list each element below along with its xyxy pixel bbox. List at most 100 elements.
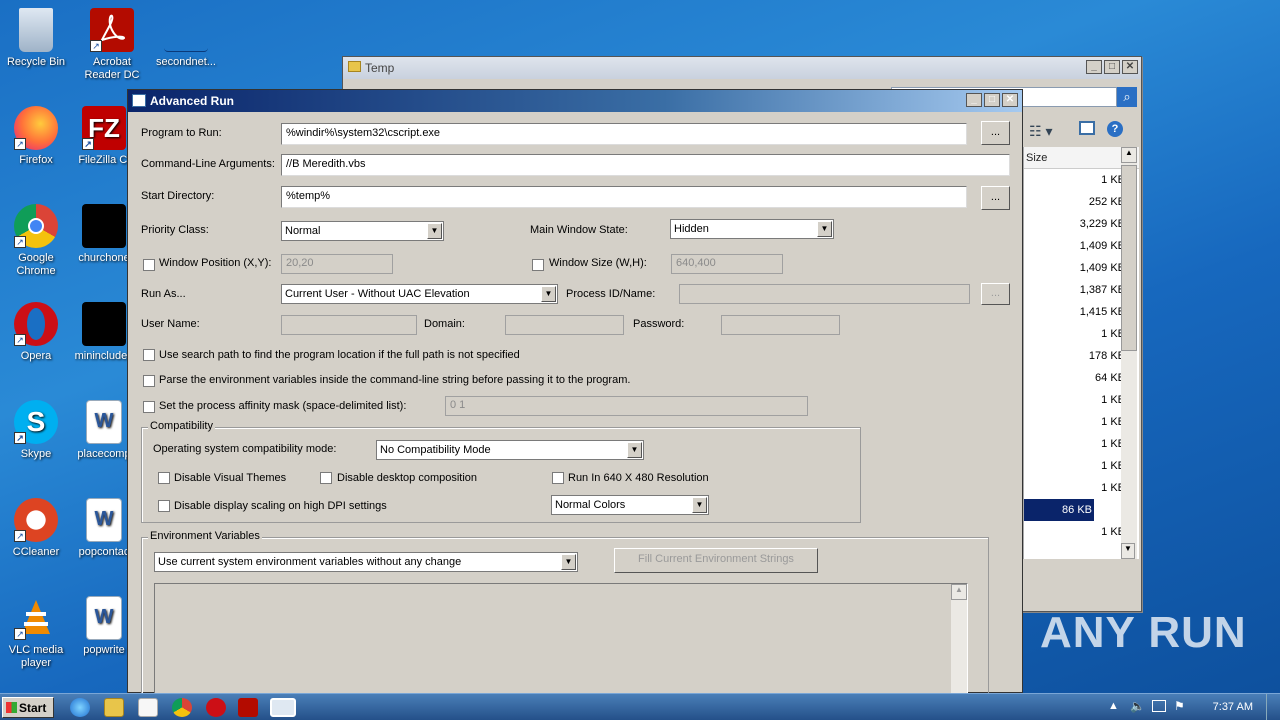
desktop-icon-vlc[interactable]: ↗ VLC media player: [0, 596, 72, 670]
minimize-button[interactable]: _: [1086, 60, 1102, 74]
minimize-button[interactable]: _: [966, 93, 982, 107]
user-name-input[interactable]: [281, 315, 417, 335]
search-path-label: Use search path to find the program loca…: [159, 349, 520, 361]
start-directory-input[interactable]: %temp%: [281, 186, 967, 208]
run-640-checkbox[interactable]: [552, 472, 564, 484]
start-button[interactable]: Start: [2, 697, 54, 718]
network-icon[interactable]: [1152, 700, 1166, 712]
windows-logo-icon: [6, 702, 17, 713]
help-icon[interactable]: ?: [1107, 121, 1123, 137]
desktop-icon-label: Google Chrome: [16, 252, 56, 277]
desktop-icon-ccleaner[interactable]: ↗ CCleaner: [0, 498, 72, 559]
temp-title-bar[interactable]: Temp _ □ ✕: [343, 57, 1141, 79]
process-browse-button[interactable]: ...: [981, 283, 1010, 305]
chevron-down-icon[interactable]: ▼: [692, 497, 707, 513]
chrome-icon[interactable]: [172, 698, 192, 717]
compat-mode-select[interactable]: No Compatibility Mode ▼: [376, 440, 644, 460]
advanced-run-window[interactable]: Advanced Run _ □ ✕ Program to Run: %wind…: [127, 89, 1023, 703]
priority-class-value: Normal: [285, 225, 321, 237]
process-id-label: Process ID/Name:: [566, 288, 656, 300]
scroll-up-arrow-icon[interactable]: ▲: [951, 584, 967, 600]
word-icon: W: [86, 498, 122, 542]
taskbar-clock[interactable]: 7:37 AM: [1213, 701, 1253, 713]
chevron-down-icon[interactable]: ▼: [627, 442, 642, 458]
desktop-icon-secondnet[interactable]: secondnet...: [150, 8, 222, 69]
media-player-icon[interactable]: [138, 698, 158, 717]
volume-icon[interactable]: 🔈: [1130, 699, 1145, 713]
advanced-run-taskbar-icon[interactable]: [270, 698, 296, 717]
acrobat-icon[interactable]: [238, 698, 258, 717]
advanced-run-title-bar[interactable]: Advanced Run _ □ ✕: [128, 90, 1022, 112]
run-as-value: Current User - Without UAC Elevation: [285, 288, 470, 300]
affinity-mask-checkbox[interactable]: [143, 401, 155, 413]
start-directory-label: Start Directory:: [141, 190, 215, 202]
parse-env-label: Parse the environment variables inside t…: [159, 374, 631, 386]
tray-expand-icon[interactable]: ▲: [1108, 700, 1119, 712]
scroll-up-arrow-icon[interactable]: ▲: [1121, 147, 1137, 163]
fill-env-strings-button[interactable]: Fill Current Environment Strings: [614, 548, 818, 573]
opera-icon[interactable]: [206, 698, 226, 717]
desktop-icon-acrobat[interactable]: ↗ Acrobat Reader DC: [76, 8, 148, 82]
desktop-icon-firefox[interactable]: ↗ Firefox: [0, 106, 72, 167]
colors-select[interactable]: Normal Colors ▼: [551, 495, 709, 515]
word-icon: W: [86, 596, 122, 640]
preview-pane-icon[interactable]: [1079, 121, 1095, 135]
chevron-down-icon[interactable]: ▼: [541, 286, 556, 302]
scroll-thumb[interactable]: [1121, 165, 1137, 351]
env-mode-value: Use current system environment variables…: [158, 556, 462, 568]
folder-icon[interactable]: [104, 698, 124, 717]
disable-desktop-comp-checkbox[interactable]: [320, 472, 332, 484]
search-icon[interactable]: ⌕: [1117, 87, 1137, 107]
close-button[interactable]: ✕: [1122, 60, 1138, 74]
recycle-bin-icon: [19, 8, 53, 52]
affinity-mask-input[interactable]: 0 1: [445, 396, 808, 416]
disable-dpi-checkbox[interactable]: [158, 500, 170, 512]
show-desktop-button[interactable]: [1266, 694, 1280, 720]
run-as-select[interactable]: Current User - Without UAC Elevation ▼: [281, 284, 558, 304]
window-size-input[interactable]: 640,400: [671, 254, 783, 274]
scroll-down-arrow-icon[interactable]: ▼: [1121, 543, 1135, 559]
program-to-run-input[interactable]: %windir%\system32\cscript.exe: [281, 123, 967, 145]
process-id-input[interactable]: [679, 284, 970, 304]
maximize-button[interactable]: □: [984, 93, 1000, 107]
view-options-icon[interactable]: ☷ ▾: [1029, 123, 1052, 140]
file-list[interactable]: Size 1 KB 252 KB 3,229 KB 1,409 KB 1,409 KB 1…: [1023, 147, 1139, 559]
chevron-down-icon[interactable]: ▼: [817, 221, 832, 237]
command-line-args-input[interactable]: //B Meredith.vbs: [281, 154, 1010, 176]
desktop-icon-recycle-bin[interactable]: Recycle Bin: [0, 8, 72, 69]
program-browse-button[interactable]: ...: [981, 121, 1010, 145]
chevron-down-icon[interactable]: ▼: [427, 223, 442, 239]
file-icon: [82, 204, 126, 248]
vertical-scrollbar[interactable]: ▲: [951, 584, 967, 702]
system-tray: ▲ 🔈 ⚑ 7:37 AM: [1100, 694, 1280, 720]
window-size-label: Window Size (W,H):: [549, 257, 647, 269]
window-position-checkbox[interactable]: [143, 259, 155, 271]
folder-icon: [348, 61, 361, 72]
search-path-checkbox[interactable]: [143, 349, 155, 361]
disable-themes-checkbox[interactable]: [158, 472, 170, 484]
window-position-label: Window Position (X,Y):: [159, 257, 272, 269]
chrome-icon: ↗: [14, 204, 58, 248]
window-position-input[interactable]: 20,20: [281, 254, 393, 274]
main-window-state-value: Hidden: [674, 223, 709, 235]
parse-env-checkbox[interactable]: [143, 375, 155, 387]
desktop-icon-skype[interactable]: S ↗ Skype: [0, 400, 72, 461]
desktop-icon-opera[interactable]: ↗ Opera: [0, 302, 72, 363]
password-input[interactable]: [721, 315, 840, 335]
vertical-scrollbar[interactable]: ▲ ▼: [1121, 147, 1137, 559]
priority-class-select[interactable]: Normal ▼: [281, 221, 444, 241]
close-button[interactable]: ✕: [1002, 93, 1018, 107]
env-mode-select[interactable]: Use current system environment variables…: [154, 552, 578, 572]
maximize-button[interactable]: □: [1104, 60, 1120, 74]
env-strings-textarea[interactable]: ▲: [154, 583, 968, 703]
internet-explorer-icon[interactable]: [70, 698, 90, 717]
desktop-icon-chrome[interactable]: ↗ Google Chrome: [0, 204, 72, 278]
desktop-icon-label: secondnet...: [156, 56, 216, 68]
window-size-checkbox[interactable]: [532, 259, 544, 271]
chevron-down-icon[interactable]: ▼: [561, 554, 576, 570]
main-window-state-select[interactable]: Hidden ▼: [670, 219, 834, 239]
compatibility-group-title: Compatibility: [148, 420, 215, 432]
domain-input[interactable]: [505, 315, 624, 335]
start-directory-browse-button[interactable]: ...: [981, 186, 1010, 210]
flag-icon[interactable]: ⚑: [1174, 699, 1185, 713]
